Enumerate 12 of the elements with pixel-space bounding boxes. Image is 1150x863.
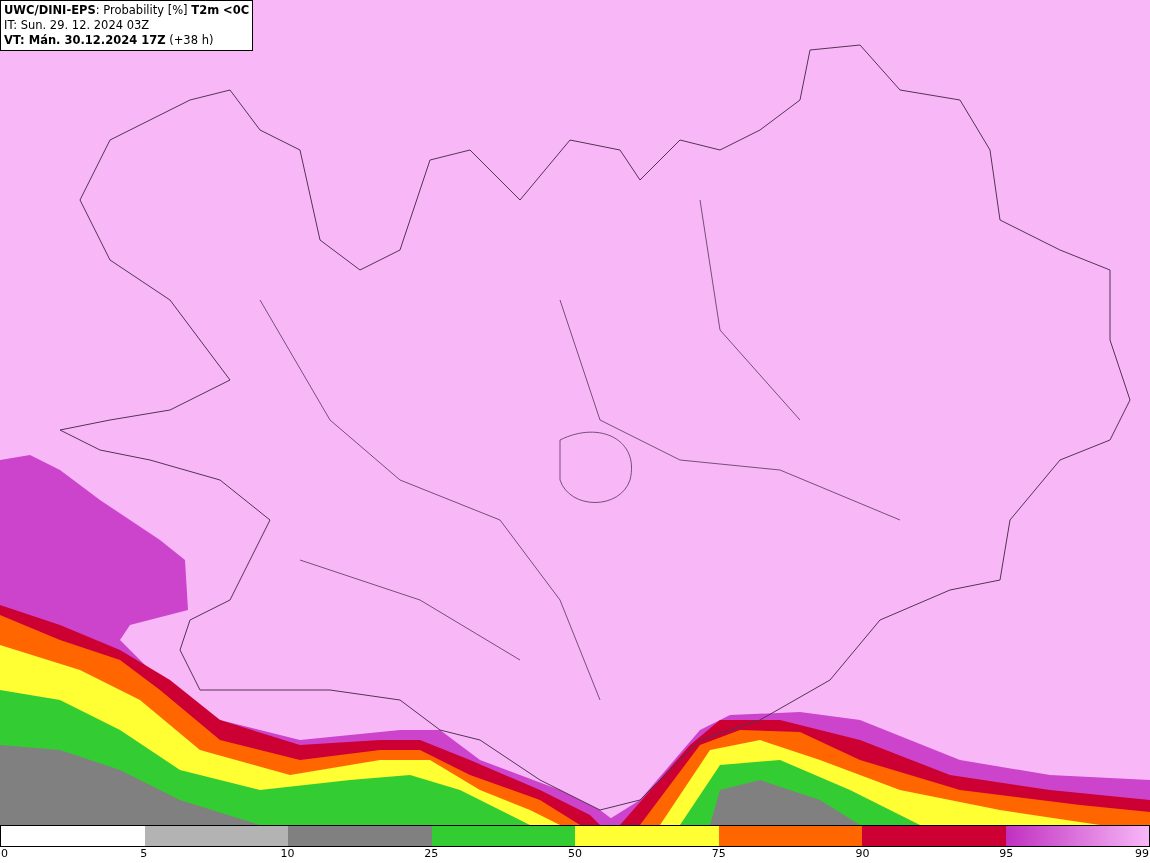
legend-label: 25	[424, 847, 439, 861]
legend-label: 99	[1135, 847, 1149, 860]
legend-label: 0	[1, 847, 8, 861]
info-text: UWC/DINI-EPS: Probability [%] T2m <0C	[4, 3, 250, 18]
legend-label: 50	[568, 847, 582, 861]
legend-label: 90	[855, 847, 870, 861]
legend-label: 10	[280, 847, 295, 861]
info-text: IT: Sun. 29. 12. 2024 03Z	[4, 18, 151, 33]
legend-label: 5	[140, 847, 148, 861]
info-text: VT: Mán. 30.12.2024 17Z (+38 h)	[4, 33, 215, 48]
legend-label: 95	[999, 847, 1014, 861]
legend-label: 75	[711, 847, 726, 861]
